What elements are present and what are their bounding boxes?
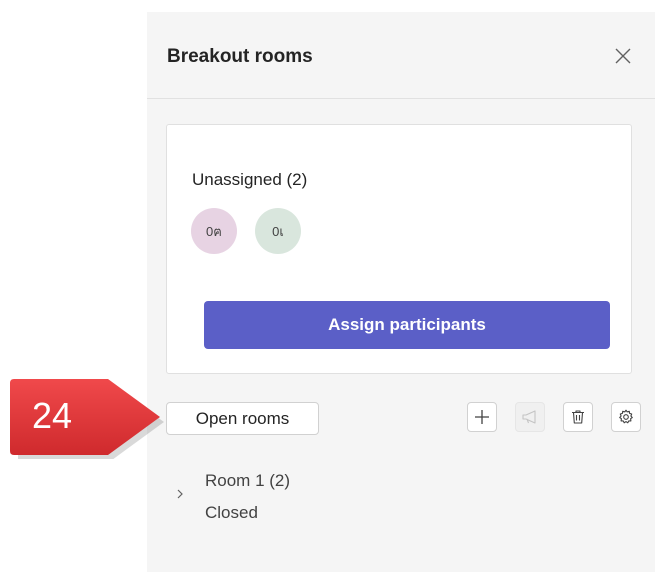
- unassigned-title: Unassigned (2): [192, 170, 308, 189]
- unassigned-card: Unassigned (2) 0ฅ 0เ Assign participants: [166, 124, 632, 374]
- avatar[interactable]: 0เ: [255, 208, 301, 254]
- room-name: Room 1 (2): [205, 471, 291, 490]
- chevron-right-icon: [177, 489, 183, 499]
- panel-header: Breakout rooms: [147, 12, 655, 99]
- settings-icon: [619, 409, 633, 424]
- step-callout: 24: [10, 379, 170, 459]
- assign-participants-button[interactable]: Assign participants: [204, 301, 610, 349]
- add-icon: [475, 410, 489, 424]
- room-item[interactable]: Room 1 (2) Closed: [167, 466, 467, 526]
- room-status: Closed: [205, 503, 258, 522]
- breakout-rooms-panel: Breakout rooms Unassigned (2) 0ฅ 0เ Assi…: [147, 12, 655, 572]
- announcement-icon: [522, 410, 536, 424]
- delete-rooms-button[interactable]: [563, 402, 593, 432]
- avatar-initials: 0เ: [272, 223, 284, 239]
- delete-icon: [572, 410, 584, 424]
- add-room-button[interactable]: [467, 402, 497, 432]
- panel-title: Breakout rooms: [167, 46, 313, 67]
- open-rooms-button[interactable]: Open rooms: [166, 402, 319, 435]
- room-settings-button[interactable]: [611, 402, 641, 432]
- avatar-initials: 0ฅ: [206, 223, 222, 239]
- announcement-button[interactable]: [515, 402, 545, 432]
- callout-number: 24: [32, 395, 73, 436]
- close-icon: [615, 48, 631, 64]
- close-button[interactable]: [609, 42, 637, 70]
- avatar[interactable]: 0ฅ: [191, 208, 237, 254]
